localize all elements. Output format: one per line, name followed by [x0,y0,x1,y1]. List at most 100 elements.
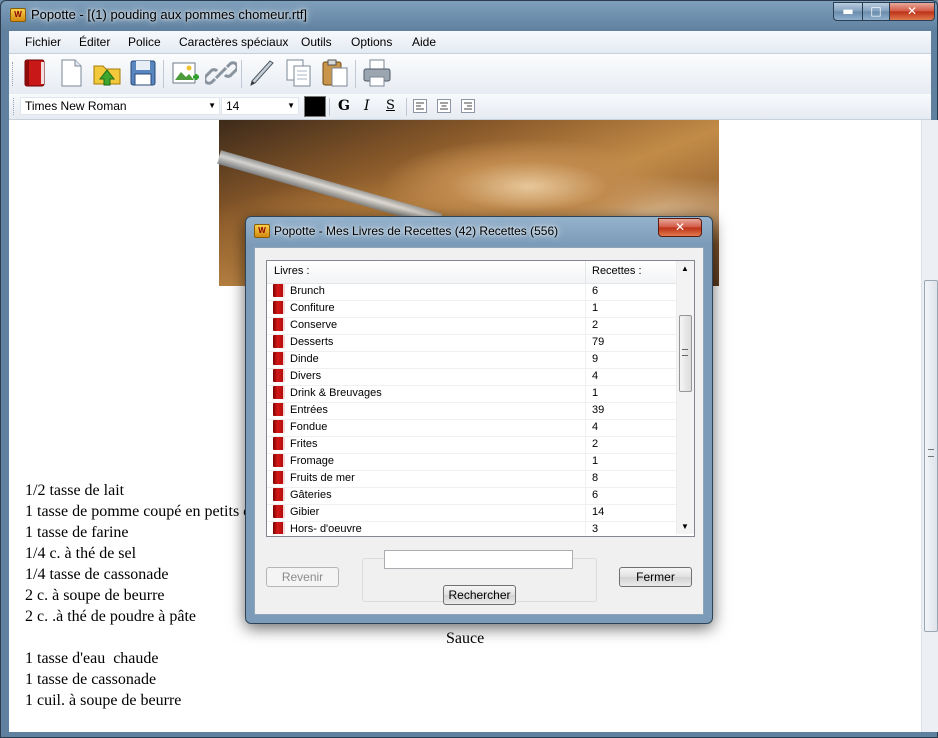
recipe-book-icon[interactable] [19,57,51,89]
column-divider [585,351,586,368]
menu-editer[interactable]: Éditer [79,35,110,49]
dialog-title: Popotte - Mes Livres de Recettes (42) Re… [274,224,559,238]
list-item[interactable]: Gibier 14 [267,504,676,522]
print-icon[interactable] [361,57,393,89]
open-folder-icon[interactable] [91,57,123,89]
maximize-button[interactable]: □ [862,2,890,21]
list-item[interactable]: Desserts 79 [267,334,676,352]
recipe-count: 14 [592,506,605,518]
menu-caracteres-speciaux[interactable]: Caractères spéciaux [179,35,288,49]
app-logo-icon[interactable]: W [10,8,26,22]
italic-button[interactable]: I [364,98,370,114]
column-header-books[interactable]: Livres : [274,265,309,277]
books-list-scrollbar-thumb[interactable] [679,315,692,392]
align-center-icon[interactable] [437,99,451,113]
align-right-icon[interactable] [461,99,475,113]
sauce-line: 1 cuil. à soupe de beurre [25,692,182,709]
menu-bar: Fichier Éditer Police Caractères spéciau… [9,31,931,54]
document-scrollbar-thumb[interactable] [924,280,938,632]
list-item[interactable]: Conserve 2 [267,317,676,335]
list-item[interactable]: Divers 4 [267,368,676,386]
recipe-count: 2 [592,319,599,331]
strikethrough-button[interactable]: S [386,98,395,113]
scroll-down-icon[interactable]: ▼ [681,522,689,531]
column-divider [585,487,586,504]
list-item[interactable]: Fruits de mer 8 [267,470,676,488]
list-item[interactable]: Confiture 1 [267,300,676,318]
close-window-button[interactable]: ✕ [889,2,935,21]
book-name: Desserts [290,336,334,348]
book-icon [273,386,285,399]
list-item[interactable]: Fondue 4 [267,419,676,437]
column-header-recipes[interactable]: Recettes : [592,265,642,277]
column-divider [585,419,586,436]
book-icon [273,488,285,501]
close-button[interactable]: Fermer [619,567,692,587]
list-item[interactable]: Brunch 6 [267,283,676,301]
save-icon[interactable] [127,57,159,89]
sauce-line: 1 tasse de cassonade [25,671,157,688]
recipe-count: 1 [592,387,599,399]
link-icon[interactable] [205,57,237,89]
menu-police[interactable]: Police [128,35,161,49]
book-icon [273,420,285,433]
column-divider [585,402,586,419]
recipe-count: 1 [592,455,599,467]
window-title: Popotte - [(1) pouding aux pommes chomeu… [31,7,308,22]
column-divider [585,317,586,334]
dialog-body: Livres : Recettes : Brunch 6 Confiture 1 Con… [254,247,704,615]
book-icon [273,284,285,297]
book-icon [273,352,285,365]
scroll-up-icon[interactable]: ▲ [681,264,689,273]
format-separator [329,98,330,116]
font-name-select[interactable]: Times New Roman ▼ [20,97,220,115]
book-name: Fondue [290,421,328,433]
book-name: Fruits de mer [290,472,355,484]
bold-button[interactable]: G [338,98,350,114]
new-document-icon[interactable] [55,57,87,89]
search-button[interactable]: Rechercher [443,585,516,605]
recipe-count: 79 [592,336,605,348]
list-item[interactable]: Frites 2 [267,436,676,454]
menu-fichier[interactable]: Fichier [25,35,61,49]
list-item[interactable]: Fromage 1 [267,453,676,471]
title-bar[interactable]: W Popotte - [(1) pouding aux pommes chom… [1,1,937,27]
insert-image-icon[interactable] [169,57,201,89]
back-button[interactable]: Revenir [266,567,339,587]
minimize-button[interactable]: ▬ [833,2,863,21]
dialog-close-button[interactable]: ✕ [658,218,702,237]
books-list[interactable]: Livres : Recettes : Brunch 6 Confiture 1 Con… [266,260,695,537]
book-icon [273,522,285,534]
column-divider [585,521,586,534]
ingredient-line: 1 tasse de pomme coupé en petits cubes [25,503,280,520]
toolbar [9,54,931,94]
menu-outils[interactable]: Outils [301,35,332,49]
column-divider [585,300,586,317]
paste-icon[interactable] [319,57,351,89]
list-item[interactable]: Gâteries 6 [267,487,676,505]
cut-knife-icon[interactable] [247,57,279,89]
font-size-select[interactable]: 14 ▼ [221,97,299,115]
text-color-swatch[interactable] [304,96,326,117]
column-divider[interactable] [585,261,586,283]
app-logo-icon: W [254,224,270,238]
copy-icon[interactable] [283,57,315,89]
books-list-scrollbar[interactable]: ▲ ▼ [676,261,694,534]
book-name: Drink & Breuvages [290,387,382,399]
align-left-icon[interactable] [413,99,427,113]
document-scrollbar[interactable] [921,120,938,732]
search-input[interactable] [384,550,573,569]
format-bar: Times New Roman ▼ 14 ▼ G I S [9,94,931,120]
menu-options[interactable]: Options [351,35,392,49]
column-divider [585,470,586,487]
list-item[interactable]: Entrées 39 [267,402,676,420]
ingredient-line: 1 tasse de farine [25,524,129,541]
book-icon [273,335,285,348]
column-divider [585,334,586,351]
list-item[interactable]: Dinde 9 [267,351,676,369]
menu-aide[interactable]: Aide [412,35,436,49]
list-item[interactable]: Drink & Breuvages 1 [267,385,676,403]
book-icon [273,471,285,484]
ingredient-line: 2 c. à soupe de beurre [25,587,165,604]
list-item[interactable]: Hors- d'oeuvre 3 [267,521,676,534]
